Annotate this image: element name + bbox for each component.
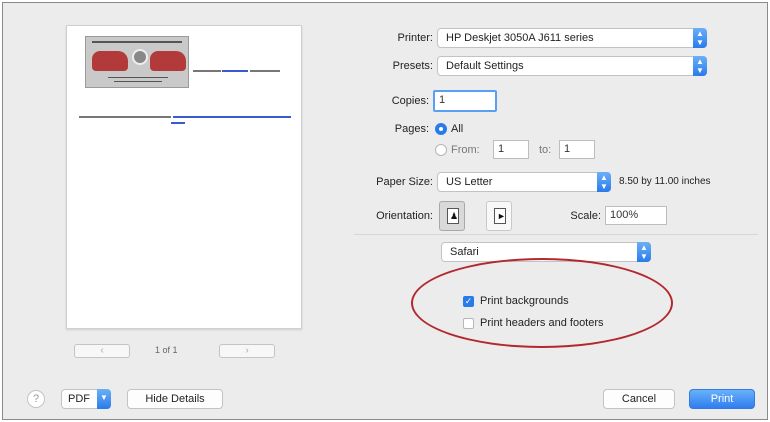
red-annotation-ellipse [411,258,673,348]
hide-details-button[interactable]: Hide Details [127,389,223,409]
preview-text-line [250,70,280,72]
paper-size-popup[interactable]: US Letter ▲ ▼ [437,172,611,192]
pages-label: Pages: [394,123,429,135]
banner-title-line [92,41,182,43]
paper-size-dimensions: 8.50 by 11.00 inches [619,176,711,187]
pages-from-field[interactable]: 1 [493,140,529,159]
scale-label: Scale: [570,210,601,222]
preview-link-line [171,122,185,124]
steering-wheel-emblem [132,49,148,65]
red-car-left [92,51,128,71]
orientation-label: Orientation: [376,210,433,222]
help-button[interactable]: ? [27,390,45,408]
copies-label: Copies: [391,95,429,107]
preview-banner-image [85,36,189,88]
popup-stepper-icon: ▲ ▼ [693,56,707,76]
popup-stepper-icon: ▲ ▼ [637,242,651,262]
preview-text-line [193,70,221,72]
person-rotated-icon: ► [497,211,506,221]
preview-link-line [222,70,248,72]
pdf-menu-button[interactable]: PDF ▼ [61,389,111,409]
popup-stepper-icon: ▲ ▼ [693,28,707,48]
popup-stepper-icon: ▲ ▼ [597,172,611,192]
landscape-orientation-button[interactable]: ► [486,201,512,231]
presets-value: Default Settings [446,60,524,72]
print-preview-page [66,25,302,329]
chevron-down-icon: ▼ [97,389,111,409]
print-button[interactable]: Print [689,389,755,409]
pdf-label: PDF [68,393,90,405]
printer-popup[interactable]: HP Deskjet 3050A J611 series ▲ ▼ [437,28,707,48]
section-separator [354,234,758,235]
pages-to-field[interactable]: 1 [559,140,595,159]
printer-value: HP Deskjet 3050A J611 series [446,32,594,44]
preview-text-line [79,116,171,118]
pages-all-radio[interactable] [435,123,447,135]
banner-caption-line [114,81,162,82]
copies-field[interactable]: 1 [433,90,497,112]
printer-label: Printer: [397,32,433,44]
page-indicator: 1 of 1 [155,345,178,355]
cancel-button[interactable]: Cancel [603,389,675,409]
paper-size-value: US Letter [446,176,493,188]
presets-popup[interactable]: Default Settings ▲ ▼ [437,56,707,76]
pages-all-label: All [451,123,464,135]
preview-link-line [173,116,291,118]
red-car-right [150,51,186,71]
pages-from-radio[interactable] [435,144,447,156]
banner-caption-line [108,77,168,78]
pages-to-label: to: [539,144,552,156]
previous-page-button[interactable]: ‹ [74,344,130,358]
paper-size-label: Paper Size: [376,176,433,188]
scale-field[interactable]: 100% [605,206,667,225]
pages-from-label: From: [451,144,480,156]
presets-label: Presets: [392,60,433,72]
portrait-orientation-button[interactable]: ♟ [439,201,465,231]
next-page-button[interactable]: › [219,344,275,358]
print-dialog: ‹ 1 of 1 › Printer: HP Deskjet 3050A J61… [2,2,768,420]
app-section-value: Safari [450,246,479,258]
person-icon: ♟ [450,211,459,221]
